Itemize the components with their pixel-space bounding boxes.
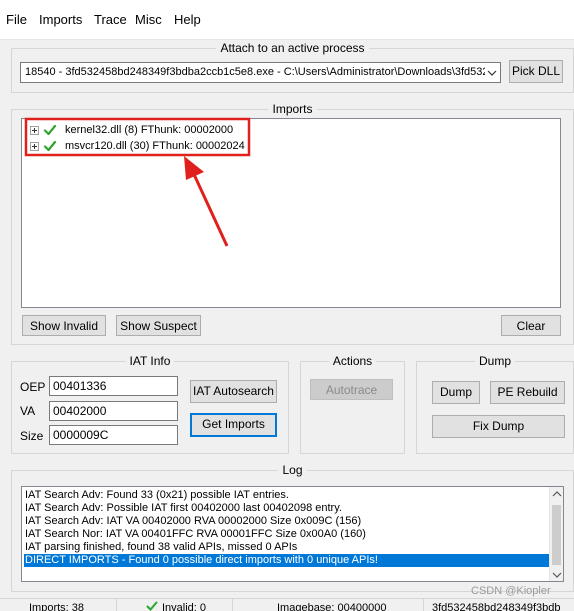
- va-input[interactable]: 00402000: [49, 401, 178, 421]
- status-imports: Imports: 38: [29, 602, 85, 611]
- log-line[interactable]: IAT Search Adv: IAT VA 00402000 RVA 0000…: [24, 515, 549, 528]
- iat-autosearch-button[interactable]: IAT Autosearch: [190, 380, 277, 403]
- dump-button[interactable]: Dump: [432, 381, 480, 404]
- oep-label: OEP: [20, 380, 46, 394]
- annotation-highlight-box: [24, 117, 251, 157]
- get-imports-button[interactable]: Get Imports: [190, 413, 277, 437]
- oep-input[interactable]: 00401336: [49, 376, 178, 396]
- actions-group: Actions: [300, 354, 405, 454]
- annotation-arrow-head: [184, 156, 204, 180]
- show-invalid-button[interactable]: Show Invalid: [22, 315, 106, 336]
- checkmark-icon: [146, 601, 158, 611]
- size-label: Size: [20, 429, 44, 443]
- clear-button[interactable]: Clear: [501, 315, 561, 336]
- pe-rebuild-button[interactable]: PE Rebuild: [490, 381, 565, 404]
- fix-dump-button[interactable]: Fix Dump: [432, 415, 565, 438]
- size-input[interactable]: 0000009C: [49, 425, 178, 445]
- log-listbox[interactable]: IAT Search Adv: Found 33 (0x21) possible…: [21, 486, 564, 582]
- log-title: Log: [278, 463, 307, 477]
- scrollbar-thumb[interactable]: [552, 505, 561, 565]
- log-line[interactable]: IAT parsing finished, found 38 valid API…: [24, 541, 549, 554]
- log-line[interactable]: IAT Search Nor: IAT VA 00401FFC RVA 0000…: [24, 528, 549, 541]
- scroll-up-icon[interactable]: [552, 490, 562, 498]
- status-bar: Imports: 38 Invalid: 0 Imagebase: 004000…: [0, 598, 574, 611]
- actions-title: Actions: [328, 354, 377, 368]
- autotrace-button[interactable]: Autotrace: [310, 379, 393, 400]
- log-line-selected[interactable]: DIRECT IMPORTS - Found 0 possible direct…: [24, 554, 549, 567]
- status-module: 3fd532458bd248349f3bdb: [432, 602, 561, 611]
- log-line[interactable]: IAT Search Adv: Possible IAT first 00402…: [24, 502, 549, 515]
- dump-group: Dump: [416, 354, 574, 454]
- iat-info-title: IAT Info: [125, 354, 175, 368]
- status-imagebase: Imagebase: 00400000: [277, 602, 387, 611]
- show-suspect-button[interactable]: Show Suspect: [116, 315, 201, 336]
- log-line[interactable]: IAT Search Adv: Found 33 (0x21) possible…: [24, 489, 549, 502]
- log-scrollbar[interactable]: [549, 487, 563, 581]
- status-invalid: Invalid: 0: [162, 602, 207, 611]
- annotation-arrow-shaft: [190, 169, 229, 247]
- watermark: CSDN @Kiopler: [471, 585, 551, 597]
- scroll-down-icon[interactable]: [552, 571, 562, 579]
- va-label: VA: [20, 404, 36, 418]
- dump-title: Dump: [474, 354, 515, 368]
